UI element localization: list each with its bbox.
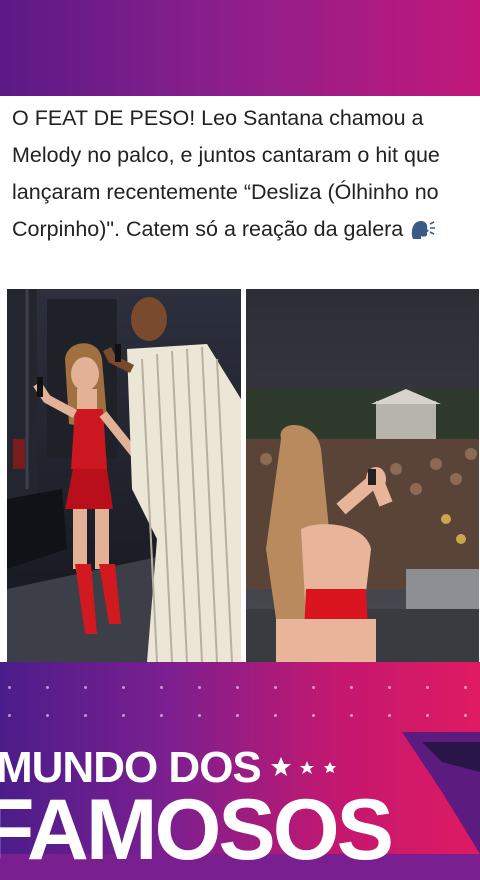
post-caption: O FEAT DE PESO! Leo Santana chamou a Mel… (12, 100, 472, 248)
caption-text: O FEAT DE PESO! Leo Santana chamou a Mel… (12, 106, 440, 241)
star-icons (270, 756, 340, 783)
top-gradient-band (0, 0, 480, 96)
stage-photo-right (246, 289, 479, 662)
speaking-head-icon (409, 215, 436, 239)
brand-ribbon-graphic (402, 732, 480, 854)
stage-photo-left (7, 289, 241, 662)
brand-title-line2: FAMOSOS (0, 782, 394, 878)
